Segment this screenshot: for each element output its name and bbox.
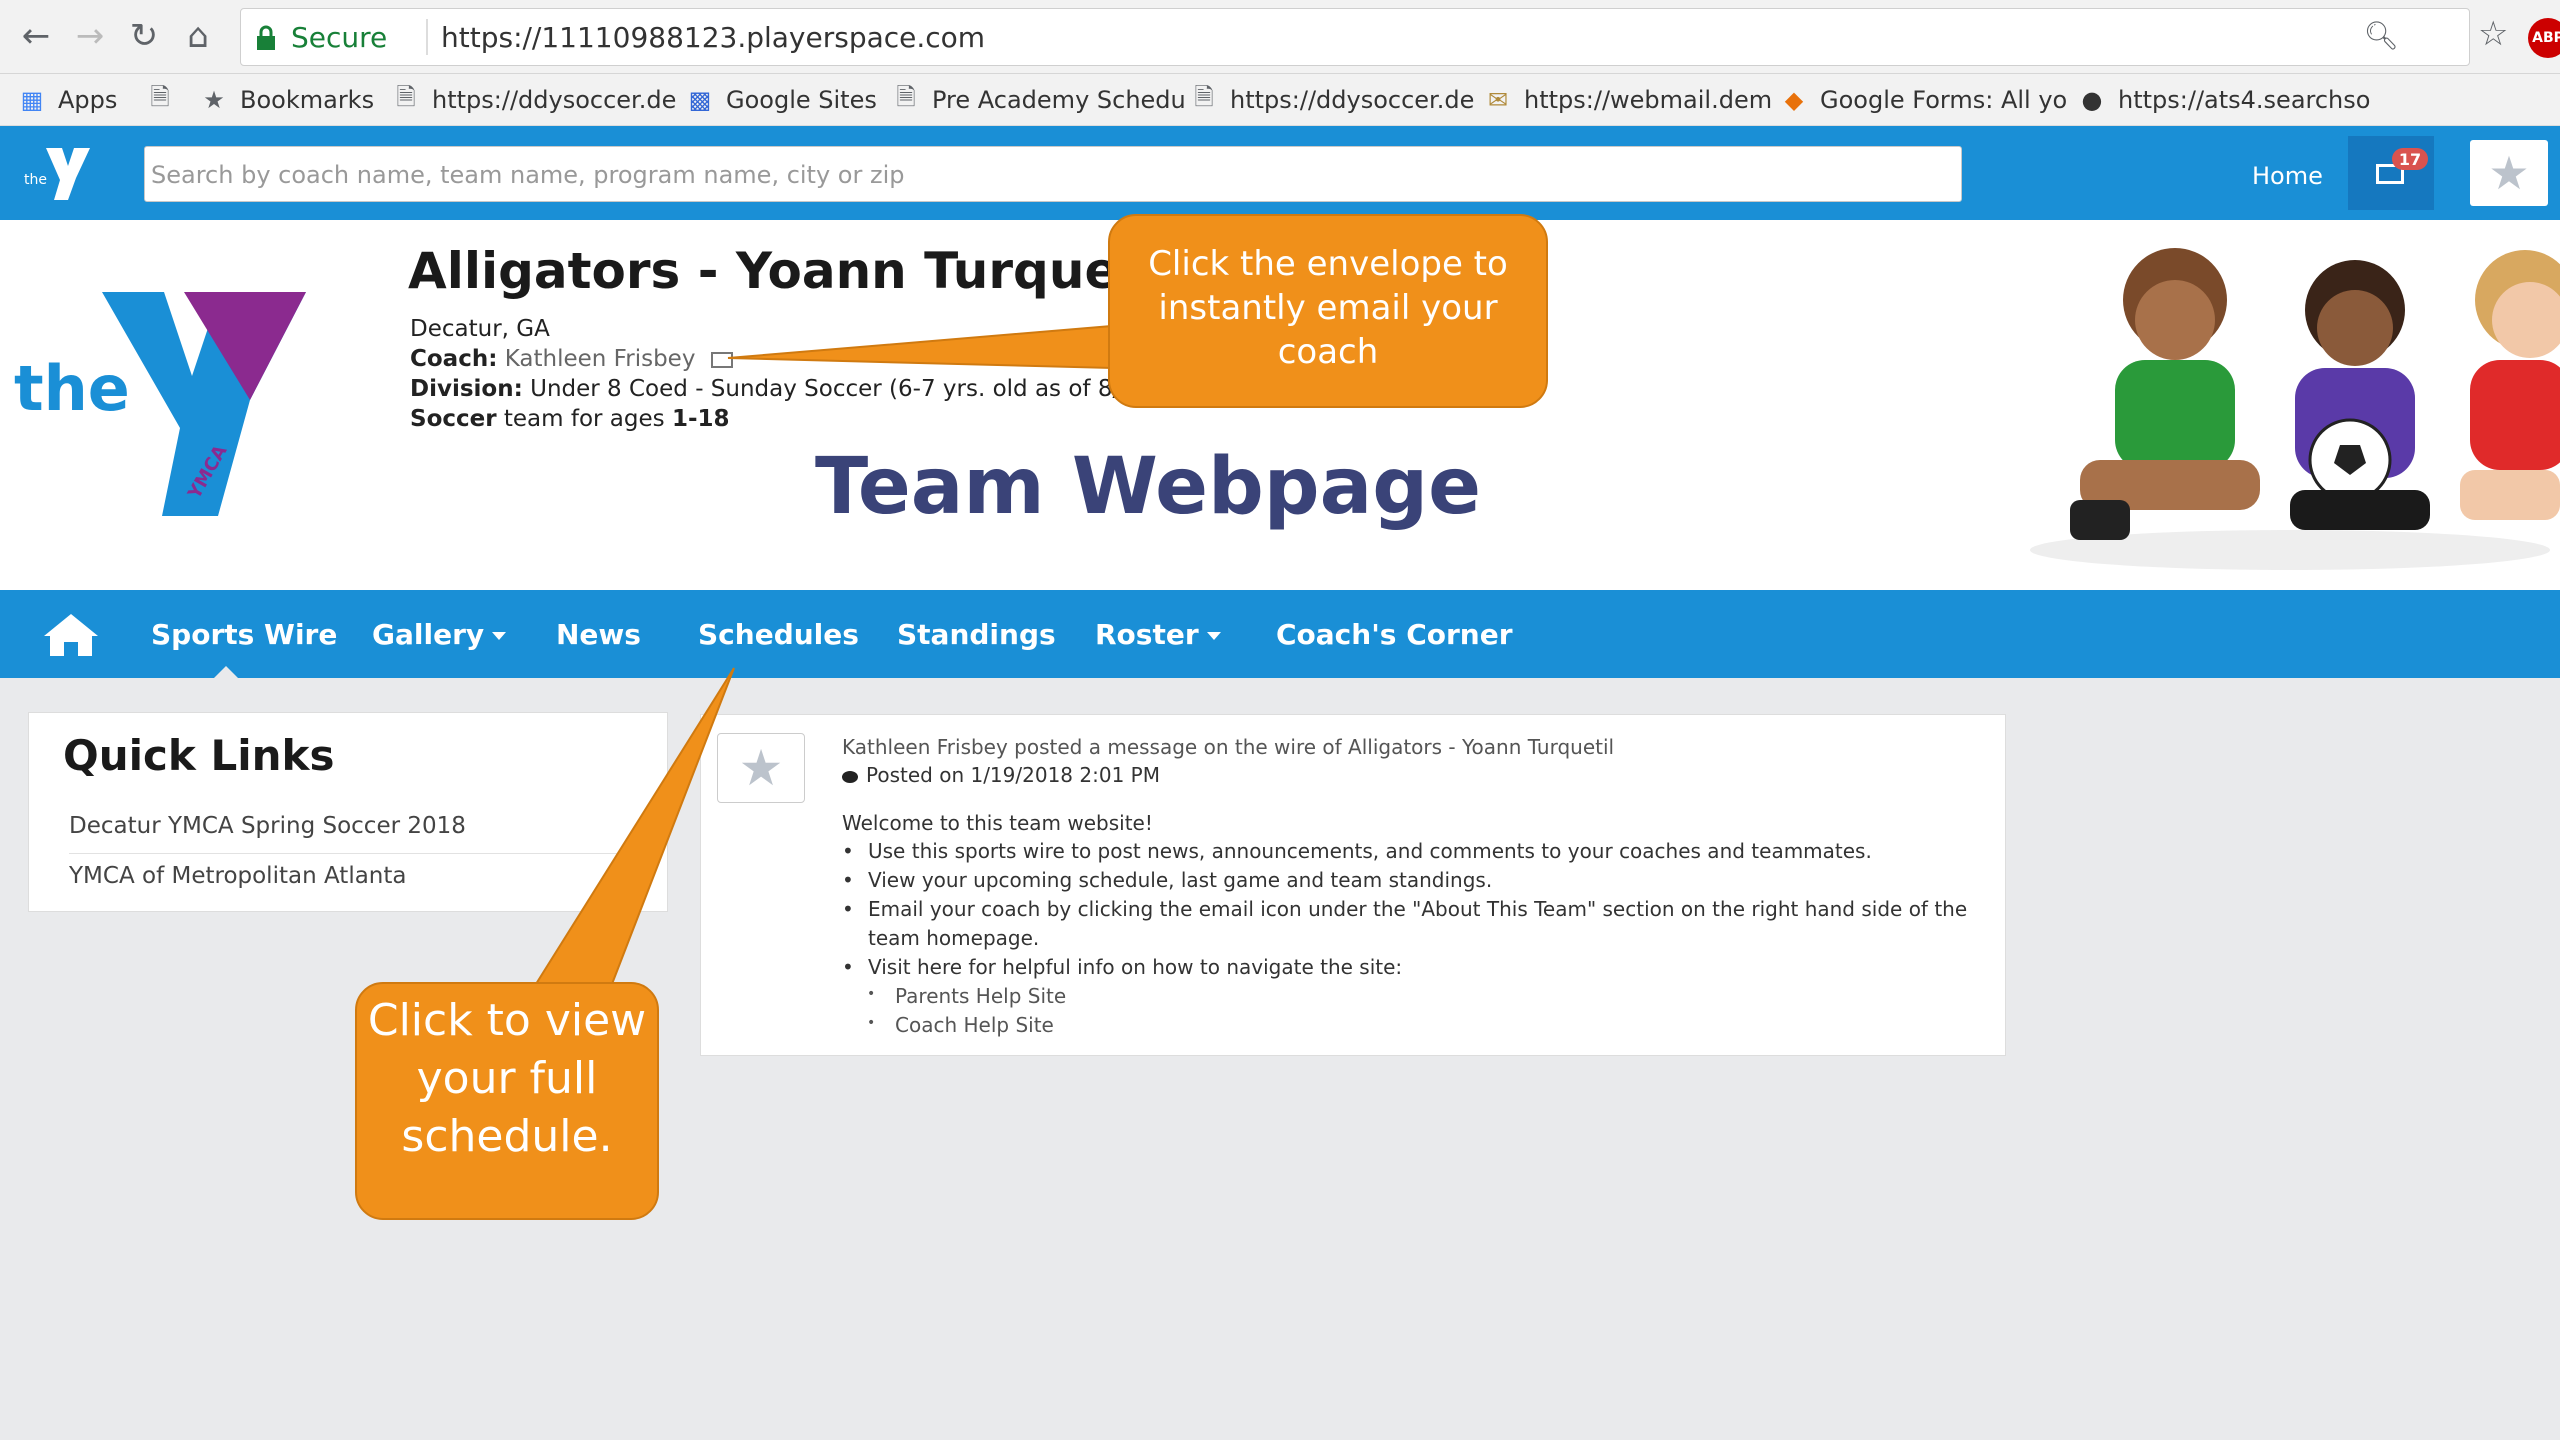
address-divider (426, 19, 428, 55)
bookmark-star-icon[interactable]: ☆ (2478, 14, 2508, 54)
sport-name: Soccer (410, 406, 497, 432)
zoom-icon[interactable]: 🔍︎ (2363, 19, 2399, 52)
team-nav-bar: Sports Wire Gallery News Schedules Stand… (0, 590, 2560, 678)
bookmark-page[interactable]: 🗎︎ (146, 82, 186, 116)
lock-icon (257, 25, 275, 50)
page-icon: 🗎︎ (396, 82, 416, 111)
page-title: Team Webpage (815, 442, 1482, 532)
bookmark-webmail[interactable]: ✉ https://webmail.dem (1484, 84, 1772, 116)
post-bullet: Email your coach by clicking the email i… (842, 897, 1967, 921)
wire-post: ★ Kathleen Frisbey posted a message on t… (700, 714, 2006, 1056)
post-header: Kathleen Frisbey posted a message on the… (842, 735, 1615, 759)
email-coach-icon[interactable] (710, 351, 733, 368)
google-sites-icon: ▩ (688, 86, 712, 114)
division-line: Division: Under 8 Coed - Sunday Soccer (… (410, 376, 1157, 402)
chevron-down-icon (1206, 632, 1221, 640)
coach-help-link[interactable]: Coach Help Site (867, 1013, 1054, 1037)
bookmarks-bar: ▦ Apps 🗎︎ ★ Bookmarks 🗎︎ https://ddysoccer.… (0, 74, 2560, 126)
comment-bubble-icon (842, 770, 858, 783)
google-forms-icon: ◆ (1784, 86, 1804, 114)
active-nav-indicator (214, 666, 238, 678)
division-label: Division: (410, 376, 523, 402)
home-icon[interactable]: ⌂ (176, 14, 220, 58)
division-value: Under 8 Coed - Sunday Soccer (6-7 yrs. o… (530, 376, 1158, 402)
ats-icon: ● (2081, 86, 2103, 114)
apps-grid-icon: ▦ (20, 86, 44, 114)
nav-gallery[interactable]: Gallery (372, 618, 507, 651)
quick-link-item[interactable]: Decatur YMCA Spring Soccer 2018 (69, 813, 466, 839)
browser-toolbar: ← → ↻ ⌂ Secure https://11110988123.playe… (0, 0, 2560, 74)
home-icon[interactable] (42, 612, 100, 658)
nav-news[interactable]: News (556, 618, 641, 651)
bookmark-ats[interactable]: ● https://ats4.searchso (2078, 84, 2371, 116)
reload-icon[interactable]: ↻ (122, 14, 166, 58)
address-bar[interactable]: Secure https://11110988123.playerspace.c… (240, 8, 2470, 66)
kids-soccer-photo (2030, 248, 2560, 570)
logo-the-text: the (14, 352, 130, 425)
parents-help-link[interactable]: Parents Help Site (867, 984, 1066, 1008)
unread-badge: 17 (2392, 148, 2428, 170)
back-arrow-icon[interactable]: ← (14, 14, 58, 58)
quick-links-title: Quick Links (63, 731, 335, 780)
mail-icon: ✉ (1487, 86, 1509, 114)
ymca-logo-small[interactable]: the (24, 142, 94, 204)
bookmark-google-forms[interactable]: ◆ Google Forms: All yo (1780, 84, 2067, 116)
bookmark-ddysoccer-2[interactable]: 🗎︎ https://ddysoccer.de (1190, 82, 1474, 116)
avatar-star-icon: ★ (717, 733, 805, 803)
callout-email: Click the envelope to instantly email yo… (1108, 214, 1548, 408)
nav-sports-wire[interactable]: Sports Wire (151, 618, 337, 651)
divider (69, 853, 639, 854)
nav-schedules[interactable]: Schedules (698, 618, 859, 651)
quick-links-panel: Quick Links Decatur YMCA Spring Soccer 2… (28, 712, 668, 912)
messages-button[interactable]: 17 (2348, 136, 2434, 210)
star-icon: ★ (203, 86, 225, 114)
secure-label: Secure (291, 21, 388, 54)
url-text[interactable]: https://11110988123.playerspace.com (441, 21, 985, 54)
bookmark-pre-academy[interactable]: 🗎︎ Pre Academy Schedu (892, 82, 1185, 116)
post-bullet-cont: team homepage. (868, 926, 1040, 950)
coach-label: Coach: (410, 346, 498, 372)
ymca-logo: the YMCA (14, 292, 306, 516)
post-bullet: View your upcoming schedule, last game a… (842, 868, 1492, 892)
profile-star-icon[interactable]: ★ (2470, 140, 2548, 206)
coach-line: Coach: Kathleen Frisbey (410, 346, 733, 372)
chevron-down-icon (492, 632, 507, 640)
nav-coachs-corner[interactable]: Coach's Corner (1276, 618, 1513, 651)
site-header: the Search by coach name, team name, pro… (0, 126, 2560, 220)
team-name: Alligators - Yoann Turquetil (408, 242, 1177, 300)
nav-roster[interactable]: Roster (1095, 618, 1221, 651)
search-input[interactable]: Search by coach name, team name, program… (144, 146, 1962, 202)
post-bullet: Use this sports wire to post news, annou… (842, 839, 1872, 863)
nav-standings[interactable]: Standings (897, 618, 1056, 651)
bookmark-bookmarks[interactable]: ★ Bookmarks (200, 84, 374, 116)
post-timestamp: Posted on 1/19/2018 2:01 PM (842, 763, 1160, 787)
svg-text:the: the (24, 172, 47, 188)
bookmark-google-sites[interactable]: ▩ Google Sites (686, 84, 877, 116)
coach-name[interactable]: Kathleen Frisbey (505, 346, 696, 372)
page-icon: 🗎︎ (150, 82, 170, 111)
post-welcome: Welcome to this team website! (842, 811, 1153, 835)
ages-range: 1-18 (671, 406, 730, 432)
bookmark-apps[interactable]: ▦ Apps (18, 84, 118, 116)
quick-link-item[interactable]: YMCA of Metropolitan Atlanta (69, 863, 407, 889)
team-location: Decatur, GA (410, 316, 550, 342)
post-bullet: Visit here for helpful info on how to na… (842, 955, 1402, 979)
page-icon: 🗎︎ (896, 82, 916, 111)
callout-schedule: Click to view your full schedule. (355, 982, 659, 1220)
sport-line: Soccer team for ages 1-18 (410, 406, 730, 432)
adblock-icon[interactable]: ABP (2528, 18, 2560, 58)
ages-text: team for ages (496, 406, 672, 432)
bookmark-ddysoccer-1[interactable]: 🗎︎ https://ddysoccer.de (392, 82, 676, 116)
home-link[interactable]: Home (2252, 162, 2323, 190)
forward-arrow-icon[interactable]: → (68, 14, 112, 58)
page-icon: 🗎︎ (1194, 82, 1214, 111)
